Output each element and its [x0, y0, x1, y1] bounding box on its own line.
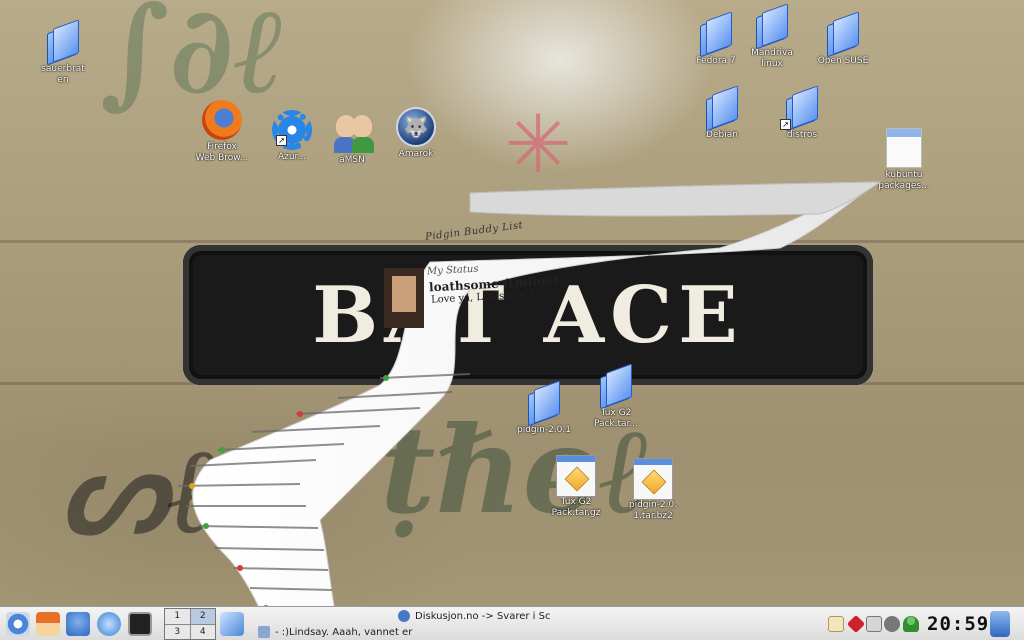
street-sign: BAT ACE [183, 245, 873, 385]
people-icon [332, 113, 374, 153]
volume-icon[interactable] [866, 616, 882, 632]
konqueror-icon[interactable] [97, 612, 121, 636]
desktop-icon-tux-folder[interactable]: Tux G2 Pack.tar... [574, 363, 658, 430]
pager-desktop-1[interactable]: 1 [165, 609, 190, 624]
network-tray-icon[interactable] [884, 616, 900, 632]
graffiti-bottom-left: ᔕℓ [60, 420, 219, 561]
ruby-tray-icon[interactable] [846, 614, 866, 634]
home-icon[interactable] [36, 612, 60, 636]
desktop-icon-amarok[interactable]: 🐺 Amarok [374, 107, 458, 160]
gear-icon: ↗ [272, 110, 312, 150]
window-list-icon[interactable] [220, 612, 244, 636]
shortcut-arrow-icon: ↗ [276, 135, 287, 146]
package-icon [633, 458, 673, 500]
package-icon [556, 455, 596, 497]
trash-icon[interactable] [990, 611, 1010, 637]
globe-icon[interactable] [66, 612, 90, 636]
kmenu-icon[interactable] [6, 612, 30, 636]
icon-label: Tux G2 Pack.tar.gz [551, 497, 601, 518]
folder-icon [702, 85, 742, 132]
paint-splash: ✳ [504, 98, 572, 191]
task-label: Diskusjon.no -> Svarer i Sc [415, 610, 551, 622]
task-button-chat[interactable]: - :)Lindsay. Aaah, vannet er [258, 624, 558, 640]
icon-label: Debian [706, 130, 738, 140]
icon-label: Tux G2 Pack.tar... [593, 408, 639, 429]
desktop-icon-pidgin-tar[interactable]: pidgin-2.0. 1.tar.bz2 [611, 458, 695, 522]
browser-task-icon [398, 610, 410, 622]
desktop-pager: 1 2 3 4 [164, 608, 216, 640]
folder-icon [43, 19, 83, 66]
pager-desktop-2[interactable]: 2 [190, 609, 215, 624]
pager-desktop-3[interactable]: 3 [165, 624, 190, 639]
icon-label: distros [786, 130, 818, 140]
icon-label: sauerbrat en [41, 64, 85, 85]
folder-icon [752, 3, 792, 50]
street-sign-text: BAT ACE [312, 269, 744, 361]
desktop-icon-sauerbraten[interactable]: sauerbrat en [21, 19, 105, 86]
pidgin-tray-icon[interactable] [903, 616, 919, 632]
folder-icon [524, 380, 564, 427]
kde-taskbar: 1 2 3 4 Diskusjon.no -> Svarer i Sc - :)… [0, 606, 1024, 640]
task-label: - :)Lindsay. Aaah, vannet er [275, 626, 413, 638]
firefox-icon [202, 100, 242, 140]
desktop-icon-tux-pack[interactable]: Tux G2 Pack.tar.gz [534, 455, 618, 519]
chat-task-icon [258, 626, 270, 638]
pager-desktop-4[interactable]: 4 [190, 624, 215, 639]
document-icon [884, 128, 924, 168]
folder-icon: ↗ [780, 85, 822, 132]
task-button-browser[interactable]: Diskusjon.no -> Svarer i Sc [398, 608, 698, 624]
icon-label: Amarok [398, 149, 434, 159]
clock[interactable]: 20:59 [927, 613, 989, 635]
buddy-list-rows [177, 373, 471, 611]
icon-label: pidgin-2.0. 1.tar.bz2 [628, 500, 678, 521]
desktop-icon-kubuntu-packages[interactable]: kubuntu packages... [862, 128, 946, 192]
wolf-icon: 🐺 [396, 107, 436, 147]
folder-icon [823, 11, 863, 58]
terminal-icon[interactable] [128, 612, 152, 636]
buddy-status-emblems [189, 375, 389, 611]
desktop-icon-opensuse[interactable]: Open SUSE [801, 11, 885, 67]
folder-icon [596, 363, 636, 410]
desktop-icon-distros[interactable]: ↗ distros [760, 85, 844, 141]
icon-label: kubuntu packages... [878, 170, 930, 191]
icon-label: Open SUSE [817, 56, 869, 66]
clipboard-tray-icon[interactable] [828, 616, 844, 632]
wall-mortar-line [0, 240, 1024, 243]
desktop-icon-debian[interactable]: Debian [680, 85, 764, 141]
shortcut-arrow-icon: ↗ [780, 119, 791, 130]
